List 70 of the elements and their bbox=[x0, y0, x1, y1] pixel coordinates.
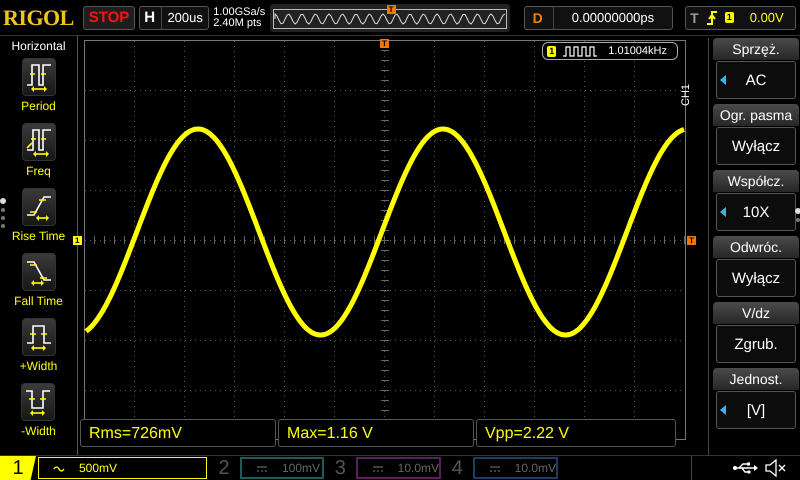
delay-label: D bbox=[532, 10, 544, 26]
trigger-level-marker: T bbox=[687, 236, 696, 245]
left-arrow-icon bbox=[720, 405, 726, 415]
channel-marker: 1 bbox=[73, 236, 82, 245]
brand-logo: RIGOL bbox=[3, 4, 75, 30]
menu-item-label: Jednost. bbox=[713, 368, 799, 390]
pulse-frequency-icon bbox=[24, 126, 54, 158]
measurement-label: Freq bbox=[26, 164, 51, 178]
muted-speaker-icon bbox=[764, 459, 788, 477]
memory-depth: 2.40M pts bbox=[213, 18, 263, 28]
trigger-position-marker: T bbox=[386, 4, 396, 14]
square-wave-icon bbox=[562, 45, 598, 57]
menu-item-label: Sprzęż. bbox=[713, 38, 799, 60]
measurement-label: Rise Time bbox=[12, 229, 66, 243]
menu-item-label: Ogr. pasma bbox=[713, 104, 799, 126]
measurement-result: Max=1.16 V bbox=[278, 419, 474, 447]
channel-label: CH1 bbox=[680, 82, 692, 106]
channel-scale: 10.0mV bbox=[398, 461, 439, 475]
measurement-label: +Width bbox=[20, 359, 58, 373]
channel-badge: 1 bbox=[547, 46, 556, 56]
waveform-overview-icon bbox=[272, 8, 507, 28]
run-stop-button[interactable]: STOP bbox=[82, 6, 136, 30]
timebase-box[interactable]: H 200us bbox=[139, 6, 210, 30]
measurement-result: Vpp=2.22 V bbox=[476, 419, 676, 447]
measurement-button[interactable] bbox=[22, 188, 56, 226]
menu-item-label: Współcz. bbox=[713, 170, 799, 192]
measurement-label: -Width bbox=[21, 424, 56, 438]
channel-number: 2 bbox=[217, 456, 231, 480]
measurement-button[interactable] bbox=[22, 123, 56, 161]
menu-value-button[interactable]: Wyłącz bbox=[716, 127, 796, 165]
measurement-button[interactable] bbox=[22, 253, 56, 291]
channel-number: 3 bbox=[334, 456, 347, 480]
menu-value-button[interactable]: Wyłącz bbox=[716, 259, 796, 297]
trigger-source-badge: 1 bbox=[724, 12, 734, 23]
left-arrow-icon bbox=[720, 75, 726, 85]
channel-scale: 100mV bbox=[282, 461, 320, 475]
channel-tab[interactable]: 1 500mV bbox=[0, 456, 210, 480]
usb-icon bbox=[732, 462, 758, 474]
channel-scale: 10.0mV bbox=[514, 461, 556, 475]
measurement-label: Period bbox=[21, 99, 56, 113]
trigger-box[interactable]: T 1 0.00V bbox=[685, 6, 796, 30]
menu-value-button[interactable]: AC bbox=[716, 61, 796, 99]
channel-number: 1 bbox=[0, 456, 36, 480]
sample-rate: 1.00GSa/s bbox=[213, 6, 266, 18]
menu-value-button[interactable]: [V] bbox=[716, 391, 796, 429]
delay-box[interactable]: D 0.00000000ps bbox=[524, 6, 674, 30]
menu-value-button[interactable]: Zgrub. bbox=[716, 325, 796, 363]
menu-value-button[interactable]: 10X bbox=[716, 193, 796, 231]
rising-edge-icon bbox=[704, 10, 719, 26]
trigger-position-marker: T bbox=[380, 39, 389, 48]
channel-tab[interactable]: 3 10.0mV bbox=[327, 456, 444, 480]
timebase-value: 200us bbox=[161, 6, 208, 28]
measurement-result: Rms=726mV bbox=[80, 419, 276, 447]
channel-tab[interactable]: 2 100mV bbox=[210, 456, 327, 480]
measurement-label: Fall Time bbox=[14, 294, 63, 308]
trigger-level: 0.00V bbox=[750, 10, 784, 25]
menu-item-label: V/dz bbox=[713, 302, 799, 324]
channel-scale: 500mV bbox=[79, 461, 118, 475]
menu-item-label: Odwróc. bbox=[713, 236, 799, 258]
measurement-button[interactable] bbox=[22, 318, 56, 356]
measurement-button[interactable] bbox=[22, 58, 56, 96]
menu-title: Horizontal bbox=[11, 38, 66, 55]
channel-tab[interactable]: 4 10.0mV bbox=[444, 456, 561, 480]
channel-number: 4 bbox=[450, 456, 464, 480]
timebase-label: H bbox=[143, 9, 156, 26]
frequency-value: 1.01004kHz bbox=[608, 45, 667, 57]
trigger-label: T bbox=[690, 10, 699, 26]
measurement-button[interactable] bbox=[21, 383, 56, 421]
delay-value: 0.00000000ps bbox=[552, 6, 672, 28]
left-arrow-icon bbox=[720, 207, 726, 217]
